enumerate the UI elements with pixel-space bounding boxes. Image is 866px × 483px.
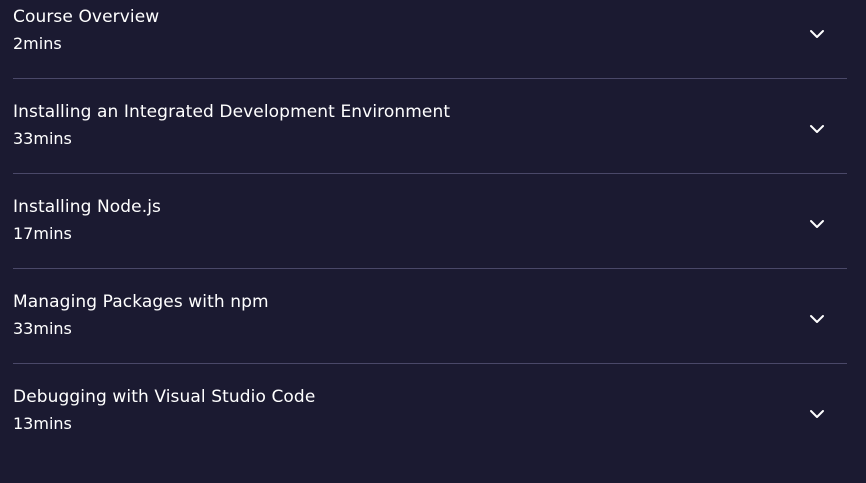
- module-item-debugging-vscode[interactable]: Debugging with Visual Studio Code 13mins: [13, 364, 847, 459]
- module-duration: 33mins: [13, 319, 72, 338]
- module-item-installing-nodejs[interactable]: Installing Node.js 17mins: [13, 174, 847, 269]
- course-module-list: Course Overview 2mins Installing an Inte…: [0, 0, 866, 483]
- module-duration: 2mins: [13, 34, 62, 53]
- chevron-down-icon[interactable]: [807, 119, 827, 139]
- chevron-down-icon[interactable]: [807, 404, 827, 424]
- module-title: Installing Node.js: [13, 197, 162, 217]
- module-item-managing-packages-npm[interactable]: Managing Packages with npm 33mins: [13, 269, 847, 364]
- module-duration: 13mins: [13, 414, 72, 433]
- module-duration: 33mins: [13, 129, 72, 148]
- module-item-installing-ide[interactable]: Installing an Integrated Development Env…: [13, 79, 847, 174]
- module-title: Debugging with Visual Studio Code: [13, 387, 316, 407]
- module-title: Course Overview: [13, 7, 160, 27]
- chevron-down-icon[interactable]: [807, 24, 827, 44]
- module-title: Installing an Integrated Development Env…: [13, 102, 451, 122]
- module-item-course-overview[interactable]: Course Overview 2mins: [13, 0, 847, 79]
- module-title: Managing Packages with npm: [13, 292, 269, 312]
- module-duration: 17mins: [13, 224, 72, 243]
- chevron-down-icon[interactable]: [807, 309, 827, 329]
- chevron-down-icon[interactable]: [807, 214, 827, 234]
